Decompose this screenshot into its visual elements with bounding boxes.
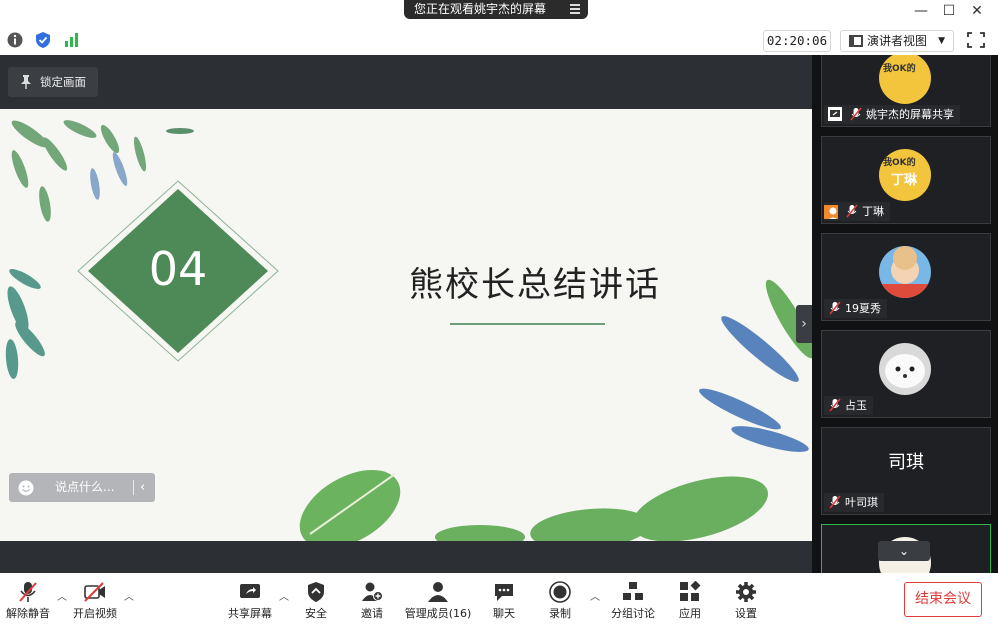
avatar <box>879 343 931 395</box>
screen-share-icon <box>828 107 842 121</box>
breakout-icon <box>623 582 643 600</box>
shield-icon[interactable] <box>34 31 52 49</box>
lock-screen-button[interactable]: 锁定画面 <box>8 67 98 97</box>
participant-name: 丁琳 <box>862 205 884 218</box>
emoji-icon <box>18 480 34 496</box>
participant-name: 姚宇杰的屏幕共享 <box>866 108 954 121</box>
chat-input[interactable]: 说点什么... ‹ <box>9 473 155 502</box>
share-screen-button[interactable]: 共享屏幕 <box>225 573 275 623</box>
gear-icon <box>736 582 756 602</box>
security-label: 安全 <box>305 607 327 620</box>
scroll-down-button[interactable]: ⌄ <box>878 541 930 561</box>
breakout-button[interactable]: 分组讨论 <box>608 573 658 623</box>
apps-icon <box>680 581 701 601</box>
banner-menu-icon[interactable] <box>570 4 580 14</box>
chevron-up-icon[interactable]: ︿ <box>124 588 134 603</box>
muted-mic-icon <box>829 301 841 315</box>
security-button[interactable]: 安全 <box>298 573 334 623</box>
fullscreen-icon[interactable] <box>966 31 986 49</box>
meeting-toolbar: 02:20:06 演讲者视图 ▼ <box>0 27 998 56</box>
participant-name: 占玉 <box>845 399 867 412</box>
muted-mic-icon <box>19 582 37 602</box>
info-icon[interactable] <box>6 31 24 49</box>
shield-icon <box>308 582 324 602</box>
breakout-label: 分组讨论 <box>611 607 655 620</box>
manage-members-button[interactable]: 管理成员(16) <box>404 573 472 623</box>
chevron-up-icon[interactable]: ︿ <box>57 588 67 603</box>
record-button[interactable]: 录制 <box>542 573 578 623</box>
meeting-controls-bar: 解除静音 ︿ 开启视频 ︿ 共享屏幕 ︿ 安全 邀请 管理成员(16) 聊天 录… <box>0 573 998 630</box>
viewing-banner-text: 您正在观看姚宇杰的屏幕 <box>414 2 547 16</box>
participants-panel: 我OK的 姚宇杰的屏幕共享 我OK的 丁琳 丁琳 19夏秀 占玉 司琪 叶司琪 … <box>812 55 998 573</box>
maximize-icon[interactable]: ☐ <box>938 2 960 20</box>
avatar: 我OK的 丁琳 <box>879 149 931 201</box>
viewing-banner: 您正在观看姚宇杰的屏幕 <box>404 0 588 19</box>
chat-button[interactable]: 聊天 <box>486 573 522 623</box>
signal-icon[interactable] <box>63 31 81 49</box>
start-video-label: 开启视频 <box>73 607 117 620</box>
layout-icon <box>849 35 863 47</box>
meeting-timer: 02:20:06 <box>763 30 831 52</box>
invite-button[interactable]: 邀请 <box>354 573 390 623</box>
record-label: 录制 <box>549 607 571 620</box>
muted-mic-icon <box>829 495 841 509</box>
collapse-panel-button[interactable]: › <box>796 305 812 343</box>
apps-label: 应用 <box>679 607 701 620</box>
chat-label: 聊天 <box>493 607 515 620</box>
settings-label: 设置 <box>735 607 757 620</box>
unmute-button[interactable]: 解除静音 <box>4 573 52 623</box>
settings-button[interactable]: 设置 <box>728 573 764 623</box>
minimize-icon[interactable]: — <box>910 2 932 20</box>
apps-button[interactable]: 应用 <box>672 573 708 623</box>
chevron-left-icon[interactable]: ‹ <box>140 473 145 502</box>
close-icon[interactable]: ✕ <box>966 2 988 20</box>
chevron-up-icon[interactable]: ︿ <box>279 588 289 603</box>
lock-screen-label: 锁定画面 <box>40 75 86 89</box>
avatar <box>879 246 931 298</box>
chat-placeholder: 说点什么... <box>55 480 115 494</box>
user-icon <box>824 205 838 219</box>
share-screen-label: 共享屏幕 <box>228 607 272 620</box>
share-screen-icon <box>240 584 260 598</box>
manage-members-label: 管理成员(16) <box>404 607 472 620</box>
muted-mic-icon <box>846 204 858 218</box>
chevron-down-icon: ▼ <box>938 36 945 46</box>
start-video-button[interactable]: 开启视频 <box>70 573 120 623</box>
participant-tile[interactable]: 占玉 <box>821 330 991 418</box>
chevron-up-icon[interactable]: ︿ <box>590 588 600 603</box>
avatar-text: 司琪 <box>888 452 924 473</box>
speaker-view-label: 演讲者视图 <box>867 34 928 48</box>
pin-icon <box>21 75 31 89</box>
participant-name: 叶司琪 <box>845 496 878 509</box>
divider <box>133 480 134 495</box>
video-off-icon <box>84 582 105 602</box>
muted-mic-icon <box>829 398 841 412</box>
chat-icon <box>495 584 513 601</box>
participant-tile[interactable]: 我OK的 姚宇杰的屏幕共享 <box>821 55 991 127</box>
unmute-label: 解除静音 <box>6 607 50 620</box>
participant-tile[interactable]: 我OK的 丁琳 丁琳 <box>821 136 991 224</box>
record-icon <box>549 581 571 603</box>
members-icon <box>428 582 448 602</box>
slide-number: 04 <box>148 242 208 296</box>
participant-tile[interactable]: 司琪 叶司琪 <box>821 427 991 515</box>
avatar: 我OK的 <box>879 55 931 104</box>
add-user-icon <box>362 582 383 601</box>
end-meeting-button[interactable]: 结束会议 <box>904 582 982 617</box>
speaker-view-button[interactable]: 演讲者视图 ▼ <box>840 30 954 52</box>
participant-tile[interactable]: 19夏秀 <box>821 233 991 321</box>
participant-name: 19夏秀 <box>845 302 881 315</box>
muted-mic-icon <box>850 107 862 121</box>
slide-title: 熊校长总结讲话 <box>409 265 661 305</box>
invite-label: 邀请 <box>361 607 383 620</box>
